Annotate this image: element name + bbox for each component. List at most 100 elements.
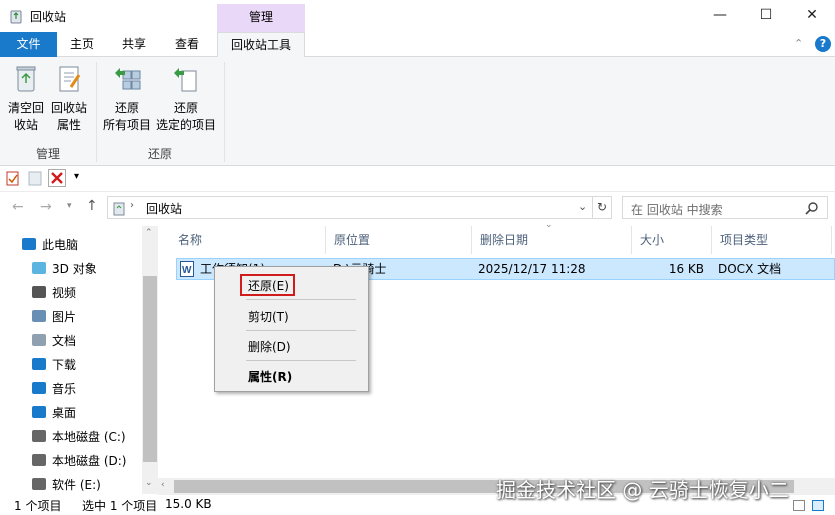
scroll-left-icon[interactable]: ‹ <box>161 480 165 490</box>
address-bar[interactable]: › 回收站 ⌄ <box>107 196 593 219</box>
file-size: 16 KB <box>668 262 704 276</box>
scroll-up-icon[interactable]: ⌃ <box>145 228 153 238</box>
menu-separator <box>246 330 356 331</box>
group-label-restore: 还原 <box>148 147 173 161</box>
file-type: DOCX 文档 <box>718 262 782 276</box>
recycle-bin-properties-button[interactable]: 回收站 属性 <box>47 63 91 134</box>
svg-text:W: W <box>182 265 192 276</box>
restore-all-line2: 所有项目 <box>102 118 151 132</box>
restore-all-line1: 还原 <box>114 101 139 115</box>
restore-selected-button[interactable]: 还原 选定的项目 <box>154 63 218 134</box>
tab-view[interactable]: 查看 <box>167 32 207 57</box>
nav-item-label: 文档 <box>52 334 77 348</box>
drive-icon <box>32 430 46 442</box>
menu-separator <box>246 299 356 300</box>
drive-icon <box>32 478 46 490</box>
search-input[interactable]: 在 回收站 中搜索 <box>622 196 828 219</box>
pc-icon <box>22 238 36 250</box>
collapse-ribbon-icon[interactable]: ⌃ <box>794 37 803 50</box>
file-date-deleted: 2025/12/17 11:28 <box>478 262 586 276</box>
nav-item-label: 视频 <box>52 286 77 300</box>
menu-item-cut[interactable]: 剪切(T) <box>248 308 289 325</box>
recycle-bin-icon <box>10 10 22 24</box>
quick-access-toolbar <box>0 166 835 192</box>
nav-item-label: 本地磁盘 (C:) <box>52 430 126 444</box>
nav-item-label: 3D 对象 <box>52 262 97 276</box>
forward-arrow-icon[interactable]: → <box>40 199 52 215</box>
address-dropdown-icon[interactable]: ⌄ <box>578 200 587 213</box>
search-placeholder: 在 回收站 中搜索 <box>631 203 723 217</box>
watermark: 掘金技术社区 @ 云骑士恢复小二 <box>496 478 789 502</box>
column-header-name[interactable]: 名称 <box>170 226 326 254</box>
column-header-date-deleted[interactable]: 删除日期 <box>472 226 632 254</box>
scroll-thumb[interactable] <box>143 276 157 462</box>
recent-chevron-icon[interactable]: ▾ <box>67 201 72 211</box>
large-icons-view-icon[interactable] <box>812 500 824 511</box>
restore-all-button[interactable]: 还原 所有项目 <box>100 63 154 134</box>
window-title: 回收站 <box>30 10 67 24</box>
new-folder-icon[interactable] <box>28 170 42 186</box>
breadcrumb[interactable]: 回收站 <box>146 200 182 217</box>
ribbon-separator <box>224 62 225 162</box>
word-document-icon: W <box>180 261 194 277</box>
ribbon-separator <box>96 62 97 162</box>
maximize-button[interactable]: ☐ <box>743 0 789 30</box>
column-header-type[interactable]: 项目类型 <box>712 226 832 254</box>
breadcrumb-chevron-icon[interactable]: › <box>130 200 134 211</box>
empty-recycle-bin-button[interactable]: 清空回 收站 <box>4 63 48 134</box>
refresh-button[interactable]: ↻ <box>592 196 612 219</box>
nav-item-label: 桌面 <box>52 406 77 420</box>
drive-icon <box>32 454 46 466</box>
cube-icon <box>32 262 46 274</box>
tab-file[interactable]: 文件 <box>0 32 57 57</box>
properties-icon <box>59 66 81 92</box>
status-item-count: 1 个项目 <box>14 499 62 513</box>
nav-item-label: 软件 (E:) <box>52 478 101 492</box>
help-icon[interactable]: ? <box>815 36 831 52</box>
back-arrow-icon[interactable]: ← <box>12 199 24 215</box>
context-tab-manage[interactable]: 管理 <box>217 4 305 32</box>
recycle-bin-small-icon <box>113 202 125 216</box>
menu-separator <box>246 360 356 361</box>
nav-scrollbar[interactable]: ⌃ ⌄ <box>142 226 158 494</box>
restore-selected-icon <box>174 68 197 92</box>
delete-x-icon[interactable] <box>48 169 66 187</box>
close-button[interactable]: ✕ <box>789 0 835 30</box>
restore-sel-line1: 还原 <box>173 101 198 115</box>
document-icon <box>32 334 46 346</box>
music-icon <box>32 382 46 394</box>
restore-sel-line2: 选定的项目 <box>155 118 216 132</box>
sort-indicator-icon: ⌄ <box>545 220 553 230</box>
nav-item-label: 图片 <box>52 310 77 324</box>
customize-qat-icon[interactable]: ▾ <box>74 171 79 182</box>
menu-item-properties[interactable]: 属性(R) <box>248 368 292 385</box>
empty-label-line2: 收站 <box>13 118 38 132</box>
column-header-size[interactable]: 大小 <box>632 226 712 254</box>
status-selected-size: 15.0 KB <box>165 497 212 511</box>
menu-item-delete[interactable]: 删除(D) <box>248 338 291 355</box>
group-label-manage: 管理 <box>36 147 61 161</box>
video-icon <box>32 286 46 298</box>
tab-recycle-bin-tools[interactable]: 回收站工具 <box>217 32 305 58</box>
nav-item-label: 本地磁盘 (D:) <box>52 454 127 468</box>
desktop-icon <box>32 406 46 418</box>
download-icon <box>32 358 46 370</box>
search-icon[interactable] <box>805 201 819 215</box>
nav-item-label: 音乐 <box>52 382 77 396</box>
props-label-line2: 属性 <box>56 118 81 132</box>
details-view-icon[interactable] <box>793 500 805 511</box>
nav-item-label: 此电脑 <box>42 238 79 252</box>
empty-label-line1: 清空回 <box>7 101 44 115</box>
tab-home[interactable]: 主页 <box>62 32 102 57</box>
props-label-line1: 回收站 <box>50 101 87 115</box>
nav-item-label: 下载 <box>52 358 77 372</box>
up-arrow-icon[interactable]: ↑ <box>86 198 98 214</box>
minimize-button[interactable]: — <box>697 0 743 30</box>
menu-item-restore[interactable]: 还原(E) <box>248 277 289 294</box>
restore-all-icon <box>115 68 141 90</box>
tab-share[interactable]: 共享 <box>114 32 154 57</box>
scroll-down-icon[interactable]: ⌄ <box>145 478 153 488</box>
empty-bin-icon <box>16 66 36 92</box>
properties-check-icon[interactable] <box>6 170 20 186</box>
column-header-original-location[interactable]: 原位置 <box>326 226 472 254</box>
